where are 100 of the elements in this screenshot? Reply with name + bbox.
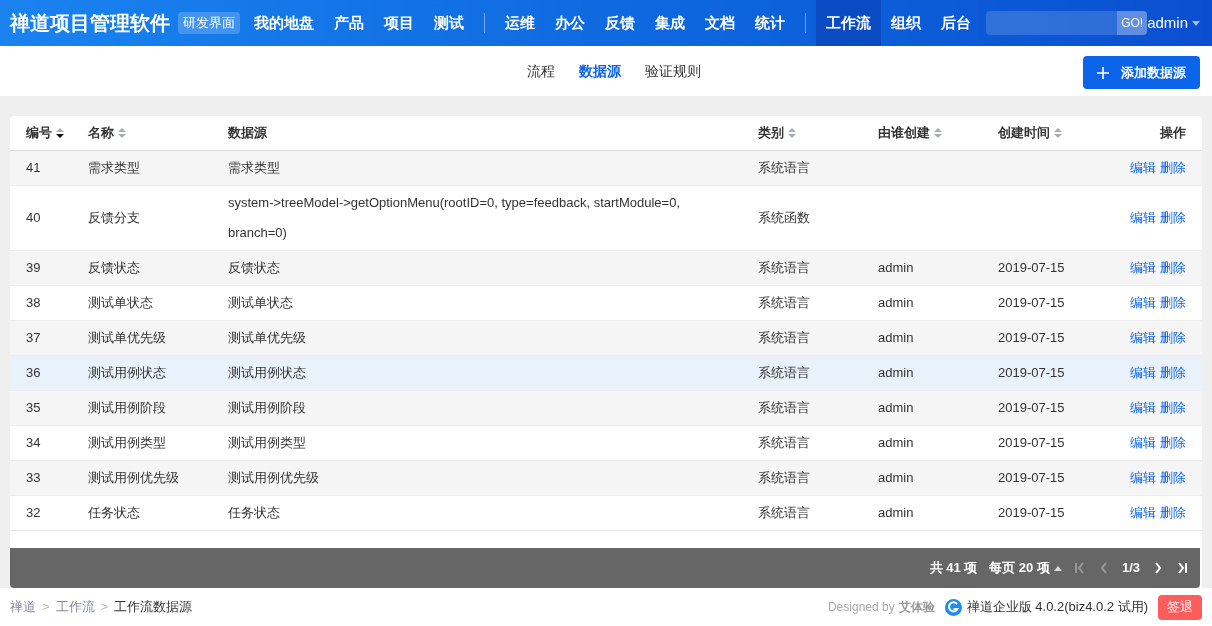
action-link[interactable]: 删除 [1160, 293, 1186, 313]
nav-tab[interactable]: 我的地盘 [244, 0, 324, 46]
sub-tab[interactable]: 数据源 [579, 60, 621, 82]
action-link[interactable]: 编辑 [1130, 293, 1156, 313]
nav-tab[interactable]: 办公 [545, 0, 595, 46]
breadcrumb-link[interactable]: 工作流数据源 [114, 597, 193, 617]
column-header[interactable]: 编号 [26, 123, 52, 143]
action-link[interactable]: 删除 [1160, 398, 1186, 418]
sub-tab[interactable]: 验证规则 [645, 60, 701, 82]
column-header: 操作 [1160, 124, 1186, 143]
nav-tab[interactable]: 后台 [931, 0, 981, 46]
table-cell-text: 任务状态 [228, 504, 280, 523]
table-row[interactable]: 36 测试用例状态 测试用例状态 系统语言 admin 2019-07-15 编辑 删除 [10, 356, 1202, 391]
nav-tab[interactable]: 文档 [695, 0, 745, 46]
sort-icon[interactable] [56, 127, 64, 139]
column-header[interactable]: 类别 [758, 123, 784, 143]
table-cell-text: 测试单优先级 [228, 329, 306, 348]
action-link[interactable]: 编辑 [1130, 208, 1156, 228]
action-link[interactable]: 编辑 [1130, 158, 1156, 178]
action-link[interactable]: 编辑 [1130, 258, 1156, 278]
action-link[interactable]: 删除 [1160, 433, 1186, 453]
table-cell-text: 37 [26, 329, 41, 348]
column-header[interactable]: 由谁创建 [878, 123, 930, 143]
nav-tab[interactable]: 集成 [645, 0, 695, 46]
table-cell-text: 需求类型 [228, 159, 280, 178]
nav-tab[interactable]: 统计 [745, 0, 795, 46]
mode-badge: 研发界面 [178, 12, 240, 34]
action-link[interactable]: 编辑 [1130, 433, 1156, 453]
action-link[interactable]: 删除 [1160, 468, 1186, 488]
table-cell-text: 测试单优先级 [88, 329, 166, 348]
search-field[interactable] [986, 11, 1118, 35]
add-datasource-button[interactable]: 添加数据源 [1083, 56, 1200, 89]
breadcrumb-separator: > [100, 598, 109, 617]
table-cell-text: 反馈分支 [88, 209, 140, 228]
table-cell-text: 系统语言 [758, 329, 810, 348]
table-row[interactable]: 35 测试用例阶段 测试用例阶段 系统语言 admin 2019-07-15 编辑 删除 [10, 391, 1202, 426]
table-cell-text: 测试用例类型 [88, 434, 166, 453]
brand-title[interactable]: 禅道项目管理软件 [0, 8, 170, 38]
total-count: 共 41 项 [929, 559, 978, 578]
table-cell-text: 测试用例阶段 [228, 399, 306, 418]
column-header[interactable]: 创建时间 [998, 123, 1050, 143]
action-link[interactable]: 编辑 [1130, 398, 1156, 418]
user-menu[interactable]: admin [1147, 11, 1200, 35]
nav-tab[interactable]: 工作流 [816, 0, 881, 46]
table-row[interactable]: 39 反馈状态 反馈状态 系统语言 admin 2019-07-15 编辑 删除 [10, 251, 1202, 286]
designer-link[interactable]: 艾体验 [898, 598, 935, 616]
action-link[interactable]: 删除 [1160, 363, 1186, 383]
table-cell-text: 系统语言 [758, 364, 810, 383]
table-cell-text: admin [878, 504, 914, 523]
search-button[interactable]: GO! [1117, 11, 1148, 35]
action-link[interactable]: 编辑 [1130, 503, 1156, 523]
table-cell-text: 32 [26, 504, 41, 523]
table-cell-text: 2019-07-15 [998, 364, 1065, 383]
column-header: 数据源 [228, 124, 267, 143]
action-link[interactable]: 编辑 [1130, 468, 1156, 488]
last-page-icon[interactable] [1176, 562, 1188, 574]
sub-tab[interactable]: 流程 [527, 60, 555, 82]
table-cell-text: 测试用例状态 [228, 364, 306, 383]
page-size-dropdown[interactable]: 每页 20 项 [989, 558, 1062, 578]
table-cell-text: 2019-07-15 [998, 329, 1065, 348]
table-cell-text: 需求类型 [88, 159, 140, 178]
table-cell-text: 33 [26, 469, 41, 488]
table-cell-text: 测试用例优先级 [88, 469, 179, 488]
action-link[interactable]: 删除 [1160, 503, 1186, 523]
table-cell-text: 反馈状态 [228, 259, 280, 278]
table-cell-text: admin [878, 364, 914, 383]
nav-tab[interactable]: 反馈 [595, 0, 645, 46]
nav-tab[interactable]: 项目 [374, 0, 424, 46]
table-cell-text: system->treeModel->getOptionMenu(rootID=0, type=feedback, startModule=0, branch=0) [228, 194, 681, 242]
table-cell-text: 系统函数 [758, 209, 810, 228]
table-cell-text: 测试单状态 [228, 294, 293, 313]
table-row[interactable]: 33 测试用例优先级 测试用例优先级 系统语言 admin 2019-07-15 编辑 删除 [10, 461, 1202, 496]
action-link[interactable]: 编辑 [1130, 328, 1156, 348]
table-cell-text: 测试用例优先级 [228, 469, 319, 488]
table-cell-text: 测试用例阶段 [88, 399, 166, 418]
action-link[interactable]: 删除 [1160, 158, 1186, 178]
action-link[interactable]: 删除 [1160, 328, 1186, 348]
table-cell-text: 2019-07-15 [998, 469, 1065, 488]
table-cell-text: admin [878, 469, 914, 488]
table-cell-text: 2019-07-15 [998, 399, 1065, 418]
breadcrumb-link[interactable]: 工作流 [55, 597, 95, 617]
table-cell-text: 2019-07-15 [998, 259, 1065, 278]
table-row[interactable]: 37 测试单优先级 测试单优先级 系统语言 admin 2019-07-15 编辑 删除 [10, 321, 1202, 356]
action-link[interactable]: 删除 [1160, 258, 1186, 278]
table-row[interactable]: 41 需求类型 需求类型 系统语言 编辑 删除 [10, 151, 1202, 186]
column-header[interactable]: 名称 [88, 123, 114, 143]
page-number: 1/3 [1121, 559, 1140, 578]
nav-tab[interactable]: 组织 [881, 0, 931, 46]
nav-tab[interactable]: 运维 [495, 0, 545, 46]
breadcrumb-link[interactable]: 禅道 [10, 597, 36, 617]
table-cell-text: 任务状态 [88, 504, 140, 523]
action-link[interactable]: 删除 [1160, 208, 1186, 228]
nav-tab[interactable]: 产品 [324, 0, 374, 46]
nav-tab[interactable]: 测试 [424, 0, 474, 46]
next-page-icon[interactable] [1152, 562, 1164, 574]
logout-button[interactable]: 签退 [1158, 594, 1202, 620]
table-cell-text: 2019-07-15 [998, 434, 1065, 453]
table-cell-text: 测试用例类型 [228, 434, 306, 453]
table-cell-text: 系统语言 [758, 434, 810, 453]
action-link[interactable]: 编辑 [1130, 363, 1156, 383]
